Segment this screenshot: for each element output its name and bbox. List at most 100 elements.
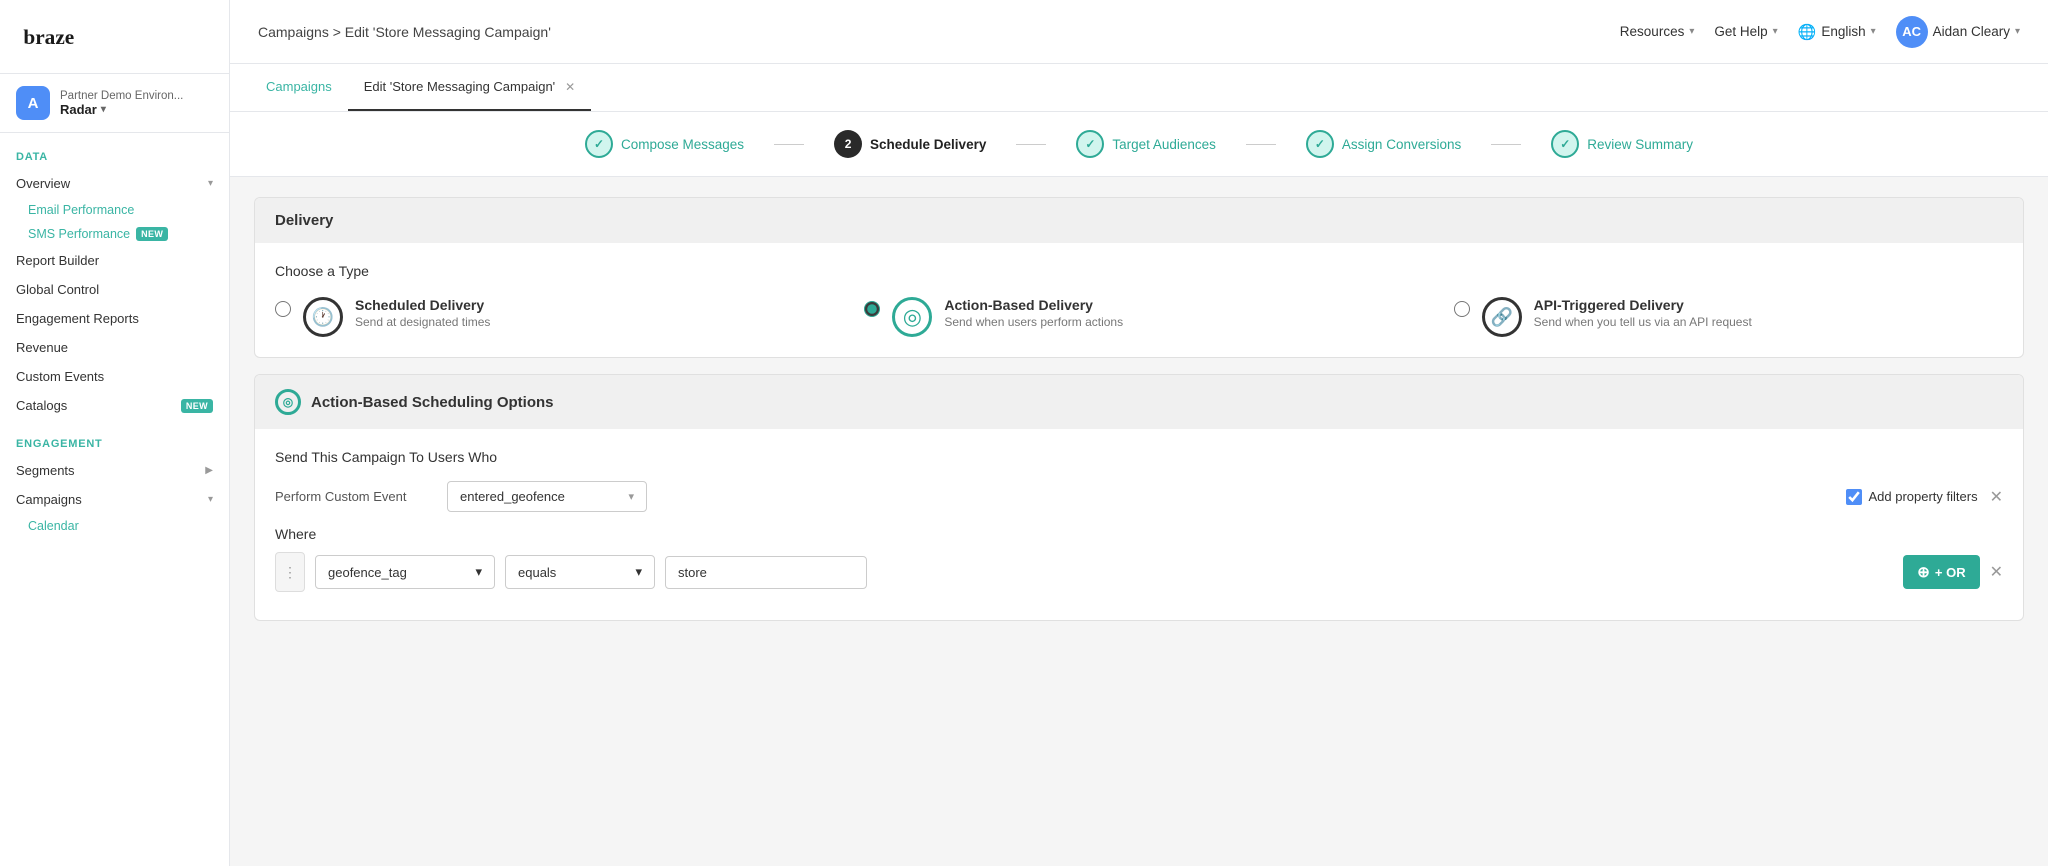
sms-performance-label: SMS Performance (28, 227, 130, 241)
drag-handle-icon[interactable]: ⋮ (275, 552, 305, 592)
where-field-dropdown[interactable]: geofence_tag ▾ (315, 555, 495, 589)
event-dropdown[interactable]: entered_geofence ▾ (447, 481, 647, 512)
email-performance-label: Email Performance (28, 203, 134, 217)
sidebar-item-campaigns[interactable]: Campaigns ▾ (0, 485, 229, 514)
tab-edit-campaign[interactable]: Edit 'Store Messaging Campaign' ✕ (348, 64, 591, 111)
wizard-step-schedule[interactable]: 2 Schedule Delivery (834, 130, 986, 158)
perform-event-row: Perform Custom Event entered_geofence ▾ … (275, 481, 2003, 512)
delivery-type-api-triggered[interactable]: 🔗 API-Triggered Delivery Send when you t… (1454, 297, 2003, 337)
where-operator-value: equals (518, 565, 556, 580)
where-value-input[interactable] (665, 556, 867, 589)
sms-new-badge: NEW (136, 227, 168, 241)
where-field-chevron: ▾ (475, 564, 482, 580)
scheduled-radio[interactable] (275, 301, 291, 317)
account-chevron-icon: ▾ (101, 104, 106, 115)
compose-step-label: Compose Messages (621, 137, 744, 152)
where-row-close-button[interactable]: ✕ (1990, 562, 2003, 582)
account-app-label: Radar ▾ (60, 102, 213, 117)
sidebar-item-catalogs[interactable]: Catalogs NEW (0, 391, 229, 420)
breadcrumb: Campaigns > Edit 'Store Messaging Campai… (258, 24, 551, 40)
sidebar-item-overview[interactable]: Overview ▾ (0, 169, 229, 198)
or-button[interactable]: ⊕ + OR (1903, 555, 1979, 589)
campaigns-label: Campaigns (16, 492, 202, 507)
wizard-divider-2 (1016, 144, 1046, 145)
wizard-step-target[interactable]: Target Audiences (1076, 130, 1216, 158)
content-area: Compose Messages 2 Schedule Delivery Tar… (230, 112, 2048, 866)
or-button-label: + OR (1935, 565, 1966, 580)
api-triggered-desc: Send when you tell us via an API request (1534, 315, 1752, 329)
scheduled-desc: Send at designated times (355, 315, 490, 329)
tab-campaigns[interactable]: Campaigns (250, 64, 348, 111)
perform-event-label: Perform Custom Event (275, 489, 435, 504)
sidebar-account[interactable]: A Partner Demo Environ... Radar ▾ (0, 74, 229, 133)
delivery-type-action-based[interactable]: ◎ Action-Based Delivery Send when users … (864, 297, 1413, 337)
action-based-radio[interactable] (864, 301, 880, 317)
sidebar-item-segments[interactable]: Segments ▶ (0, 456, 229, 485)
wizard-step-conversions[interactable]: Assign Conversions (1306, 130, 1461, 158)
add-property-filters-checkbox[interactable] (1846, 489, 1862, 505)
tab-close-icon[interactable]: ✕ (565, 80, 575, 94)
where-label: Where (275, 526, 2003, 542)
custom-events-label: Custom Events (16, 369, 213, 384)
scheduling-card: ◎ Action-Based Scheduling Options Send T… (254, 374, 2024, 621)
wizard-divider-1 (774, 144, 804, 145)
revenue-label: Revenue (16, 340, 213, 355)
schedule-step-circle: 2 (834, 130, 862, 158)
sidebar-item-calendar[interactable]: Calendar (0, 514, 229, 538)
sidebar-item-custom-events[interactable]: Custom Events (0, 362, 229, 391)
user-name: Aidan Cleary (1933, 24, 2010, 39)
account-env-label: Partner Demo Environ... (60, 90, 213, 102)
global-control-label: Global Control (16, 282, 213, 297)
engagement-reports-label: Engagement Reports (16, 311, 213, 326)
svg-text:braze: braze (23, 25, 74, 49)
resources-chevron-icon: ▾ (1689, 26, 1694, 37)
conversions-step-label: Assign Conversions (1342, 137, 1461, 152)
target-step-label: Target Audiences (1112, 137, 1216, 152)
get-help-menu[interactable]: Get Help ▾ (1714, 24, 1777, 39)
api-triggered-radio[interactable] (1454, 301, 1470, 317)
delivery-type-scheduled[interactable]: 🕐 Scheduled Delivery Send at designated … (275, 297, 824, 337)
language-menu[interactable]: 🌐 English ▾ (1798, 23, 1876, 41)
sidebar-item-email-performance[interactable]: Email Performance (0, 198, 229, 222)
sidebar-item-sms-performance[interactable]: SMS Performance NEW (0, 222, 229, 246)
sidebar-item-global-control[interactable]: Global Control (0, 275, 229, 304)
where-field-value: geofence_tag (328, 565, 407, 580)
wizard-step-compose[interactable]: Compose Messages (585, 130, 744, 158)
add-property-filters-close-button[interactable]: ✕ (1990, 487, 2003, 507)
get-help-chevron-icon: ▾ (1773, 26, 1778, 37)
scheduling-body: Send This Campaign To Users Who Perform … (255, 429, 2023, 620)
schedule-step-label: Schedule Delivery (870, 137, 986, 152)
compose-step-circle (585, 130, 613, 158)
scheduling-header-icon: ◎ (275, 389, 301, 415)
resources-menu[interactable]: Resources ▾ (1620, 24, 1695, 39)
account-info: Partner Demo Environ... Radar ▾ (60, 90, 213, 117)
action-based-icon: ◎ (892, 297, 932, 337)
choose-type-label: Choose a Type (275, 263, 2003, 279)
sidebar-item-report-builder[interactable]: Report Builder (0, 246, 229, 275)
delivery-section-header: Delivery (255, 198, 2023, 243)
target-step-circle (1076, 130, 1104, 158)
sidebar: braze A Partner Demo Environ... Radar ▾ … (0, 0, 230, 866)
scheduled-icon: 🕐 (303, 297, 343, 337)
main-area: Campaigns > Edit 'Store Messaging Campai… (230, 0, 2048, 866)
engagement-section-label: ENGAGEMENT (0, 420, 229, 456)
language-label: English (1821, 24, 1865, 39)
delivery-types: 🕐 Scheduled Delivery Send at designated … (275, 297, 2003, 337)
sidebar-item-overview-label: Overview (16, 176, 202, 191)
user-menu[interactable]: AC Aidan Cleary ▾ (1896, 16, 2020, 48)
api-triggered-name: API-Triggered Delivery (1534, 297, 1752, 313)
catalogs-label: Catalogs (16, 398, 175, 413)
sidebar-item-engagement-reports[interactable]: Engagement Reports (0, 304, 229, 333)
scheduling-title: Action-Based Scheduling Options (311, 394, 554, 411)
braze-logo-svg: braze (20, 18, 100, 54)
tab-edit-campaign-label: Edit 'Store Messaging Campaign' (364, 79, 555, 94)
wizard-step-review[interactable]: Review Summary (1551, 130, 1693, 158)
tab-campaigns-label: Campaigns (266, 79, 332, 94)
sidebar-item-revenue[interactable]: Revenue (0, 333, 229, 362)
language-chevron-icon: ▾ (1871, 26, 1876, 37)
where-operator-dropdown[interactable]: equals ▾ (505, 555, 655, 589)
action-based-desc: Send when users perform actions (944, 315, 1123, 329)
calendar-label: Calendar (28, 519, 79, 533)
action-based-text: Action-Based Delivery Send when users pe… (944, 297, 1123, 329)
delivery-card: Delivery Choose a Type 🕐 Scheduled Deliv… (254, 197, 2024, 358)
